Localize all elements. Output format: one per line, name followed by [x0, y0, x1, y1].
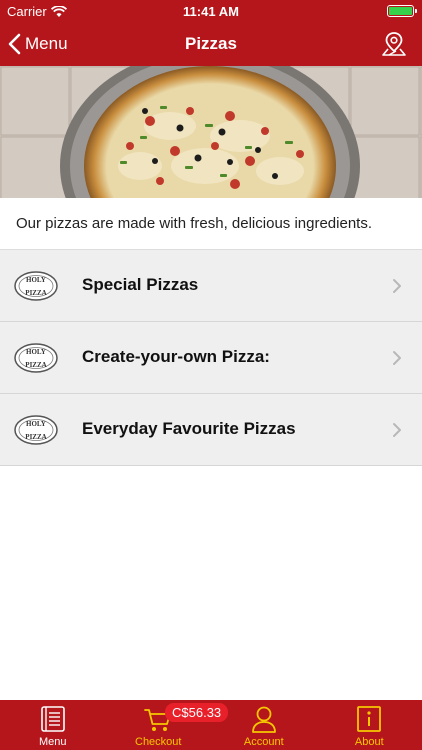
category-row-special-pizzas[interactable]: HOLY PIZZA Special Pizzas [0, 250, 422, 322]
user-icon [251, 706, 276, 733]
svg-text:HOLY: HOLY [26, 276, 46, 284]
tab-menu[interactable]: Menu [0, 700, 106, 750]
tab-about-label: About [354, 736, 384, 748]
tab-menu-label: Menu [38, 736, 67, 748]
svg-text:PIZZA: PIZZA [25, 289, 46, 297]
pizza-banner-image [0, 66, 422, 198]
status-bar: Carrier 11:41 AM [0, 0, 422, 22]
tab-checkout-label: Checkout [135, 736, 182, 748]
battery-icon [387, 5, 417, 17]
chevron-right-icon [393, 279, 401, 293]
svg-text:HOLY: HOLY [26, 348, 46, 356]
tab-about[interactable]: About [317, 700, 422, 750]
holy-pizza-logo-icon: HOLY PIZZA [14, 271, 58, 301]
category-row-everyday-favourite-pizzas[interactable]: HOLY PIZZA Everyday Favourite Pizzas [0, 394, 422, 466]
svg-text:PIZZA: PIZZA [25, 361, 46, 369]
holy-pizza-logo-icon: HOLY PIZZA [14, 343, 58, 373]
chevron-right-icon [393, 351, 401, 365]
tab-bar: Menu Checkout Account About C$56.33 [0, 700, 422, 750]
chevron-right-icon [393, 423, 401, 437]
status-time: 11:41 AM [183, 4, 239, 19]
intro-text: Our pizzas are made with fresh, deliciou… [0, 198, 422, 250]
category-row-create-your-own-pizza[interactable]: HOLY PIZZA Create-your-own Pizza: [0, 322, 422, 394]
navigation-bar: Menu Pizzas [0, 22, 422, 66]
tab-account-label: Account [243, 736, 284, 748]
category-label: Create-your-own Pizza: [82, 347, 270, 366]
info-icon [357, 706, 382, 732]
cart-total-badge: C$56.33 [165, 703, 229, 722]
svg-text:HOLY: HOLY [26, 420, 46, 428]
category-label: Everyday Favourite Pizzas [82, 419, 296, 438]
svg-text:PIZZA: PIZZA [25, 433, 46, 441]
holy-pizza-logo-icon: HOLY PIZZA [14, 415, 58, 445]
category-label: Special Pizzas [82, 275, 199, 294]
map-pin-icon[interactable] [380, 30, 408, 58]
category-list: HOLY PIZZA Special Pizzas HOLY PIZZA Cre… [0, 250, 422, 466]
page-title: Pizzas [185, 34, 237, 53]
menu-book-icon [40, 706, 65, 732]
